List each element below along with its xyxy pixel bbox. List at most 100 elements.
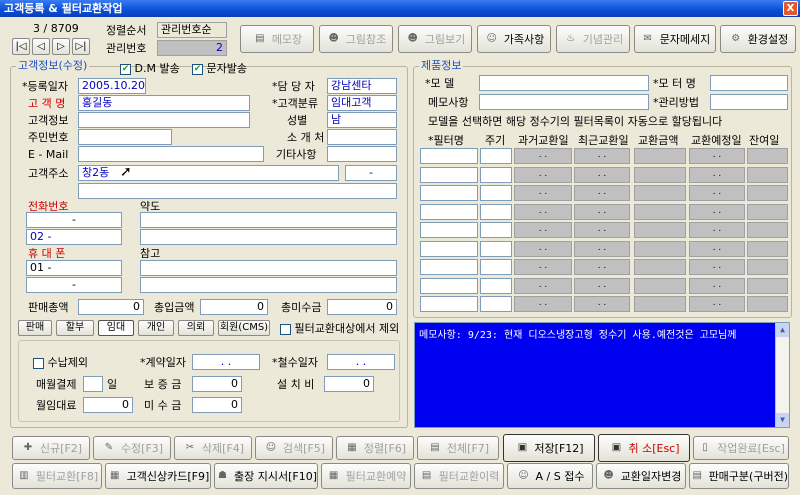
tab-sales[interactable]: 판매: [18, 320, 52, 336]
due-date-cell[interactable]: . .: [689, 259, 745, 275]
dispatch-order-button[interactable]: ☗ 출장 지시서[F10]: [214, 463, 318, 489]
cycle-cell[interactable]: [480, 222, 512, 238]
amount-cell[interactable]: [634, 166, 686, 183]
gender-field[interactable]: 남: [327, 112, 397, 128]
filter-name-cell[interactable]: [420, 277, 478, 294]
cycle-cell[interactable]: [480, 277, 512, 294]
sms-button[interactable]: ✉ 문자메세지: [634, 25, 716, 53]
remaining-cell[interactable]: [747, 185, 788, 201]
tab-personal[interactable]: 개인: [138, 320, 174, 336]
last-record-button[interactable]: ▷|: [72, 38, 90, 55]
sort-select[interactable]: 관리번호순: [157, 22, 227, 38]
cycle-cell[interactable]: [480, 296, 512, 312]
memo-scrollbar[interactable]: ▲ ▼: [775, 323, 789, 427]
due-date-cell[interactable]: . .: [689, 296, 745, 312]
family-button[interactable]: ☺ 가족사항: [477, 25, 551, 53]
recent-date-cell[interactable]: . .: [574, 240, 630, 257]
sales-type-button[interactable]: ▤ 판매구분(구버전): [689, 463, 789, 489]
filter-name-cell[interactable]: [420, 240, 478, 257]
anniversary-button[interactable]: ♨ 기념관리: [556, 25, 630, 53]
past-date-cell[interactable]: . .: [514, 277, 572, 294]
filter-name-cell[interactable]: [420, 148, 478, 164]
first-record-button[interactable]: |◁: [12, 38, 30, 55]
monthly-fee-field[interactable]: 0: [83, 397, 133, 413]
dm-checkbox[interactable]: ✔ D.M 발송: [120, 62, 180, 76]
memo-textarea[interactable]: 메모사항: 9/23: 현재 디오스냉장고형 정수기 사용.예전것은 고모님께 …: [414, 322, 790, 428]
sms-checkbox[interactable]: ✔ 문자발송: [192, 62, 247, 76]
cycle-cell[interactable]: [480, 203, 512, 220]
receivable-field[interactable]: 0: [192, 397, 242, 413]
past-date-cell[interactable]: . .: [514, 222, 572, 238]
past-date-cell[interactable]: . .: [514, 296, 572, 312]
amount-cell[interactable]: [634, 185, 686, 201]
tab-member-cms[interactable]: 회원(CMS): [218, 320, 270, 336]
past-date-cell[interactable]: . .: [514, 259, 572, 275]
amount-cell[interactable]: [634, 296, 686, 312]
deposit-field[interactable]: 0: [192, 376, 242, 392]
remaining-cell[interactable]: [747, 222, 788, 238]
due-date-cell[interactable]: . .: [689, 277, 745, 294]
past-date-cell[interactable]: . .: [514, 185, 572, 201]
note-field-1[interactable]: [140, 260, 397, 276]
manager-field[interactable]: 강남센타: [327, 78, 397, 94]
delete-button[interactable]: ✂ 삭제[F4]: [174, 436, 252, 460]
recent-date-cell[interactable]: . .: [574, 222, 630, 238]
contract-date-field[interactable]: . .: [192, 354, 260, 370]
recent-date-cell[interactable]: . .: [574, 185, 630, 201]
other-field[interactable]: [327, 146, 397, 162]
recent-date-cell[interactable]: . .: [574, 296, 630, 312]
monthly-payment-day-field[interactable]: [83, 376, 103, 392]
as-receipt-button[interactable]: ☺ A / S 접수: [507, 463, 593, 489]
cycle-cell[interactable]: [480, 259, 512, 275]
filter-exchange-button[interactable]: ▥ 필터교환[F8]: [12, 463, 102, 489]
prev-record-button[interactable]: ◁: [32, 38, 50, 55]
past-date-cell[interactable]: . .: [514, 166, 572, 183]
cycle-cell[interactable]: [480, 166, 512, 183]
recent-date-cell[interactable]: . .: [574, 259, 630, 275]
address-field[interactable]: 창2동: [78, 165, 339, 181]
info-field[interactable]: [78, 112, 250, 128]
filter-name-cell[interactable]: [420, 166, 478, 183]
product-memo-field[interactable]: [479, 94, 649, 110]
recent-date-cell[interactable]: . .: [574, 277, 630, 294]
amount-cell[interactable]: [634, 259, 686, 275]
due-date-cell[interactable]: . .: [689, 222, 745, 238]
image-ref-button[interactable]: ☻ 그림참조: [319, 25, 393, 53]
remaining-cell[interactable]: [747, 148, 788, 164]
cycle-cell[interactable]: [480, 240, 512, 257]
sort-button[interactable]: ▦ 정렬[F6]: [336, 436, 414, 460]
tab-rental[interactable]: 임대: [98, 320, 134, 336]
phone-field-1[interactable]: -: [26, 212, 122, 228]
all-button[interactable]: ▤ 전체[F7]: [417, 436, 499, 460]
remaining-cell[interactable]: [747, 296, 788, 312]
model-field[interactable]: [479, 75, 649, 91]
due-date-cell[interactable]: . .: [689, 166, 745, 183]
id-field[interactable]: [78, 129, 172, 145]
memo-button[interactable]: ▤ 메모장: [240, 25, 314, 53]
due-date-cell[interactable]: . .: [689, 203, 745, 220]
cycle-cell[interactable]: [480, 185, 512, 201]
name-field[interactable]: 홍길동: [78, 95, 250, 111]
withdraw-date-field[interactable]: . .: [327, 354, 395, 370]
phone-field-2[interactable]: 02 -: [26, 229, 122, 245]
filter-reservation-button[interactable]: ▦ 필터교환예약: [321, 463, 411, 489]
recent-date-cell[interactable]: . .: [574, 148, 630, 164]
past-date-cell[interactable]: . .: [514, 240, 572, 257]
past-date-cell[interactable]: . .: [514, 203, 572, 220]
reg-date-field[interactable]: 2005.10.20: [78, 78, 146, 94]
filter-name-cell[interactable]: [420, 222, 478, 238]
filter-name-cell[interactable]: [420, 296, 478, 312]
remaining-cell[interactable]: [747, 259, 788, 275]
address-detail-field[interactable]: [78, 183, 397, 199]
mobile-field-2[interactable]: -: [26, 277, 122, 293]
amount-cell[interactable]: [634, 148, 686, 164]
scroll-down-icon[interactable]: ▼: [776, 413, 789, 427]
filter-history-button[interactable]: ▤ 필터교환이력: [414, 463, 504, 489]
remaining-cell[interactable]: [747, 203, 788, 220]
edit-button[interactable]: ✎ 수정[F3]: [93, 436, 171, 460]
exclude-payment-checkbox[interactable]: 수납제외: [33, 356, 88, 370]
tab-request[interactable]: 의뢰: [178, 320, 214, 336]
recent-date-cell[interactable]: . .: [574, 166, 630, 183]
search-button[interactable]: ☺ 검색[F5]: [255, 436, 333, 460]
filter-name-cell[interactable]: [420, 259, 478, 275]
